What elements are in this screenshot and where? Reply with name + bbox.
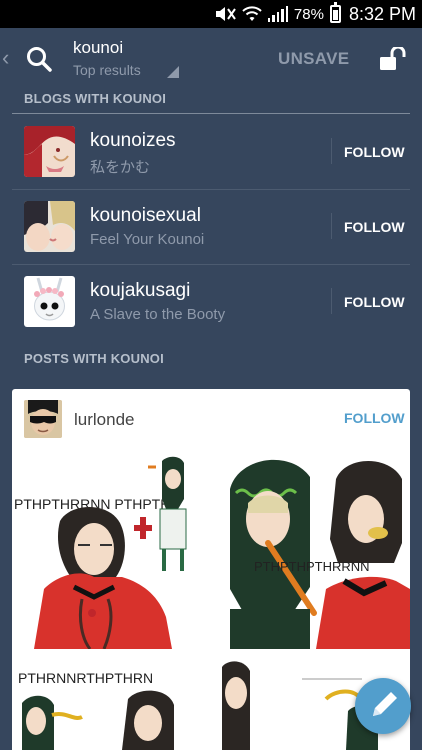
status-bar: 78% 8:32 PM bbox=[0, 0, 422, 28]
blog-name[interactable]: kounoisexual bbox=[90, 205, 201, 227]
clock: 8:32 PM bbox=[348, 3, 416, 24]
dropdown-caret-icon[interactable] bbox=[167, 66, 179, 78]
signal-icon bbox=[267, 6, 288, 22]
follow-button[interactable]: FOLLOW bbox=[344, 410, 405, 426]
battery-icon bbox=[329, 2, 341, 23]
avatar[interactable] bbox=[24, 276, 75, 327]
search-filter[interactable]: Top results bbox=[73, 62, 141, 78]
unsave-button[interactable]: UNSAVE bbox=[278, 49, 349, 69]
post-header: lurlonde FOLLOW bbox=[12, 389, 410, 449]
divider bbox=[331, 138, 332, 164]
battery-percent: 78% bbox=[293, 5, 324, 23]
blog-subtitle: A Slave to the Booty bbox=[90, 306, 226, 323]
follow-button[interactable]: FOLLOW bbox=[344, 219, 405, 235]
image-caption: PTHPTHPTHRRNN bbox=[254, 559, 370, 574]
divider bbox=[331, 213, 332, 239]
image-caption: PTHRNNRTHPTHRN bbox=[18, 670, 153, 686]
blog-row-koujakusagi[interactable]: koujakusagi A Slave to the Booty FOLLOW bbox=[12, 264, 410, 339]
wifi-icon bbox=[242, 6, 262, 21]
status-icons: 78% 8:32 PM bbox=[214, 0, 416, 28]
unlock-icon[interactable] bbox=[380, 47, 408, 71]
follow-button[interactable]: FOLLOW bbox=[344, 294, 405, 310]
mute-icon bbox=[215, 7, 236, 21]
blog-name[interactable]: kounoizes bbox=[90, 130, 176, 152]
divider bbox=[331, 288, 332, 314]
avatar[interactable] bbox=[24, 126, 75, 177]
post-image[interactable]: PTHPTHRRNN PTHPTH bbox=[12, 449, 204, 649]
post-card[interactable]: lurlonde FOLLOW PTHPTHRRNN PTHPTH PTHPTH… bbox=[12, 389, 410, 750]
chevron-left-icon[interactable]: ‹ bbox=[2, 46, 16, 70]
app-screen: 78% 8:32 PM ‹ kounoi Top results UNSAVE … bbox=[0, 0, 422, 750]
post-username[interactable]: lurlonde bbox=[74, 410, 135, 430]
post-photoset[interactable]: PTHPTHRRNN PTHPTH PTHPTHPTHRRNN PTHRNNRT… bbox=[12, 449, 410, 750]
avatar[interactable] bbox=[24, 201, 75, 252]
pencil-icon bbox=[373, 692, 397, 716]
blog-row-kounoisexual[interactable]: kounoisexual Feel Your Kounoi FOLLOW bbox=[12, 189, 410, 264]
search-term[interactable]: kounoi bbox=[73, 38, 123, 58]
blog-name[interactable]: koujakusagi bbox=[90, 280, 190, 302]
blogs-section-label: BLOGS WITH KOUNOI bbox=[24, 91, 167, 106]
search-icon[interactable] bbox=[26, 46, 52, 72]
search-header: ‹ kounoi Top results UNSAVE bbox=[0, 28, 422, 88]
posts-section-label: POSTS WITH KOUNOI bbox=[24, 351, 164, 366]
post-image[interactable]: PTHRNNRTHPTHRN bbox=[12, 659, 204, 750]
follow-button[interactable]: FOLLOW bbox=[344, 144, 405, 160]
avatar[interactable] bbox=[24, 400, 62, 438]
post-image[interactable]: PTHPTHPTHRRNN bbox=[216, 449, 410, 649]
blog-subtitle: Feel Your Kounoi bbox=[90, 231, 205, 248]
blog-subtitle: 私をかむ bbox=[90, 159, 151, 176]
blog-row-kounoizes[interactable]: kounoizes 私をかむ FOLLOW bbox=[12, 114, 410, 189]
compose-button[interactable] bbox=[355, 678, 411, 734]
